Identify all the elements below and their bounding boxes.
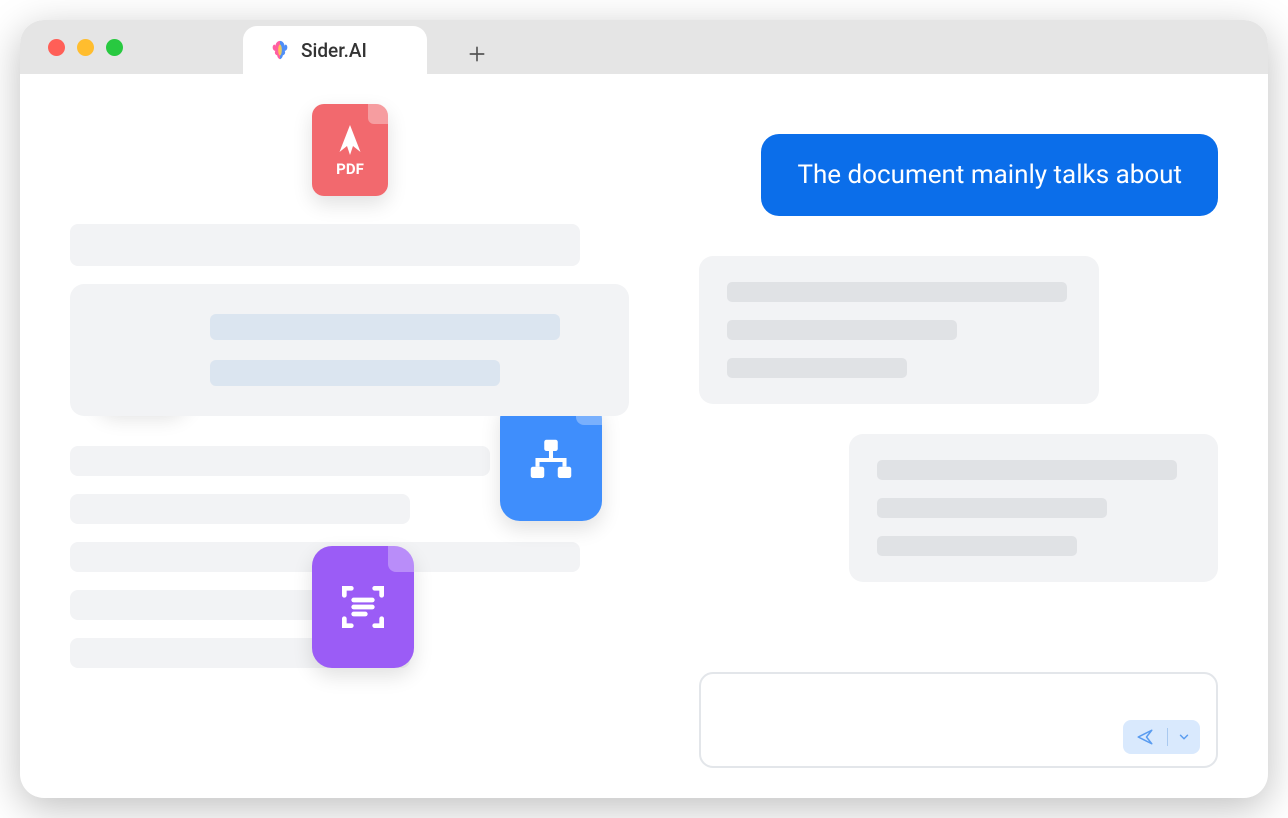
skeleton-line	[727, 282, 1067, 302]
skeleton-line	[70, 494, 410, 524]
plus-icon	[467, 44, 487, 64]
sider-logo-icon	[269, 39, 291, 61]
tab-sider-ai[interactable]: Sider.AI	[243, 26, 427, 74]
skeleton-line	[70, 224, 580, 266]
skeleton-line	[727, 358, 907, 378]
tab-strip: Sider.AI	[243, 20, 497, 74]
browser-window: Sider.AI PDF	[20, 20, 1268, 798]
assistant-reply-card	[699, 256, 1099, 404]
skeleton-line	[727, 320, 957, 340]
skeleton-line	[877, 498, 1107, 518]
dogear-icon	[368, 104, 388, 124]
titlebar: Sider.AI	[20, 20, 1268, 74]
user-message-text: The document mainly talks about	[797, 160, 1182, 190]
pdf-glyph-icon	[332, 122, 368, 158]
chevron-down-icon	[1177, 730, 1191, 744]
send-options-button[interactable]	[1174, 730, 1194, 744]
scan-file-icon	[312, 546, 414, 668]
skeleton-line	[70, 446, 490, 476]
chat-input[interactable]	[699, 672, 1218, 768]
send-controls	[1123, 720, 1200, 754]
maximize-window-button[interactable]	[106, 39, 123, 56]
chat-pane: The document mainly talks about	[669, 74, 1268, 798]
pdf-file-icon: PDF	[312, 104, 388, 196]
send-button[interactable]	[1129, 724, 1161, 750]
skeleton-line	[877, 460, 1177, 480]
orgchart-file-icon	[500, 399, 602, 521]
minimize-window-button[interactable]	[77, 39, 94, 56]
tab-title: Sider.AI	[301, 39, 367, 62]
document-preview-pane: PDF	[20, 74, 669, 798]
skeleton-card	[70, 284, 629, 416]
content-area: PDF	[20, 74, 1268, 798]
hierarchy-icon	[524, 433, 578, 487]
divider	[1167, 728, 1168, 746]
send-icon	[1136, 728, 1154, 746]
skeleton-line	[877, 536, 1077, 556]
scan-document-icon	[335, 579, 391, 635]
close-window-button[interactable]	[48, 39, 65, 56]
assistant-reply-card	[849, 434, 1218, 582]
user-message-bubble: The document mainly talks about	[761, 134, 1218, 216]
window-controls	[48, 39, 123, 56]
new-tab-button[interactable]	[457, 34, 497, 74]
pdf-label: PDF	[336, 160, 364, 178]
